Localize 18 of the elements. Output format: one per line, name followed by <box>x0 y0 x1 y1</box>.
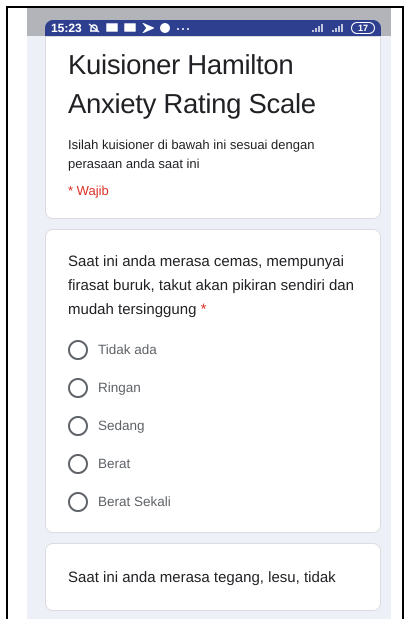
question-text: Saat ini anda merasa tegang, lesu, tidak <box>68 568 337 588</box>
radio-option[interactable]: Tidak ada <box>68 340 157 360</box>
signal-icon <box>330 23 345 33</box>
radio-option[interactable]: Sedang <box>68 416 145 436</box>
message-icon <box>106 23 118 33</box>
radio-option[interactable]: Berat Sekali <box>68 492 171 512</box>
form-title: Kuisioner Hamilton Anxiety Rating Scale <box>68 48 317 121</box>
required-note: * Wajib <box>68 183 109 198</box>
radio-option[interactable]: Ringan <box>68 378 141 398</box>
status-time: 15:23 <box>51 21 82 35</box>
signal-icon <box>310 23 325 33</box>
question-text: Saat ini anda merasa cemas, mempunyai firasat buruk, takut akan pikiran sendiri dan mudah tersinggung * <box>68 252 355 320</box>
message-icon <box>124 23 136 33</box>
send-icon <box>142 23 154 33</box>
bell-off-icon <box>88 23 100 33</box>
form-description: Isilah kuisioner di bawah ini sesuai dengan perasaan anda saat ini <box>68 136 316 173</box>
battery-indicator: 17 <box>350 22 375 34</box>
radio-option[interactable]: Berat <box>68 454 130 474</box>
